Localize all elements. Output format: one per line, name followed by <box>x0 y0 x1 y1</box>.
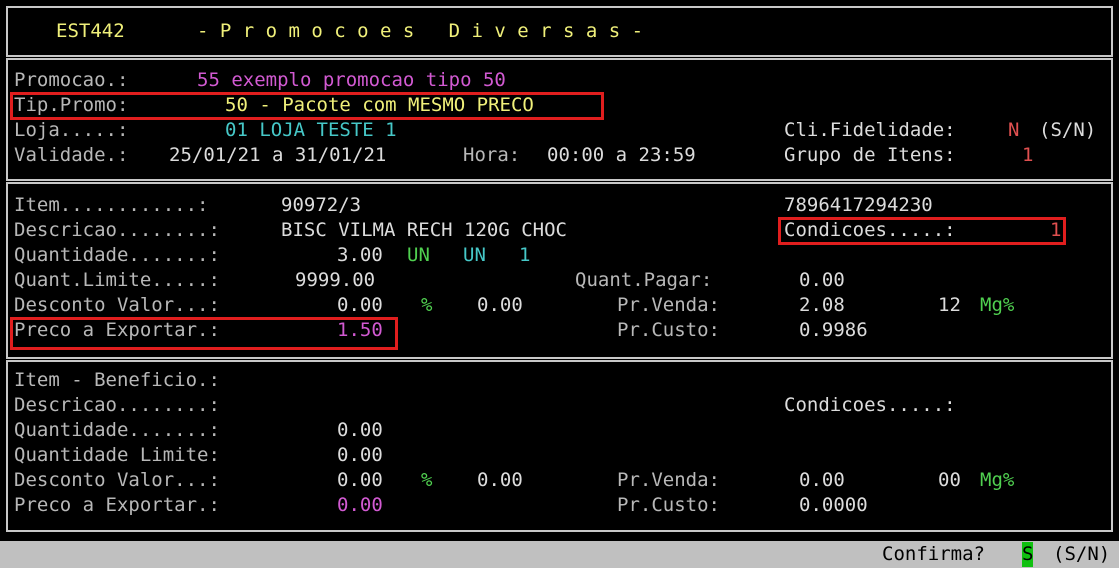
quant-pagar-field[interactable]: 0.00 <box>799 268 845 293</box>
hora-field[interactable]: 00:00 a 23:59 <box>547 143 696 168</box>
pr-custo-label: Pr.Custo: <box>617 319 720 341</box>
margem-label: Mg% <box>980 294 1015 316</box>
quantidade-field[interactable]: 3.00 <box>337 243 383 268</box>
item-field[interactable]: 90972/3 <box>281 193 361 218</box>
validade-label: Validade.: <box>14 144 129 166</box>
pr-custo-field[interactable]: 0.9986 <box>799 318 868 343</box>
desconto-valor-field[interactable]: 0.00 <box>337 293 383 318</box>
desconto-percent-symbol: % <box>421 294 433 316</box>
quantidade-unit-1: UN <box>407 244 430 266</box>
grupo-field[interactable]: 1 <box>1022 143 1033 168</box>
preco-exportar-highlight <box>10 317 398 350</box>
confirm-label: Confirma? <box>882 543 985 565</box>
beneficio-desconto-field[interactable]: 0.00 <box>337 468 383 493</box>
beneficio-margem-label: Mg% <box>980 469 1015 491</box>
beneficio-quantidade-field[interactable]: 0.00 <box>337 418 383 443</box>
margem-value: 12 <box>938 294 961 316</box>
quantidade-label: Quantidade.......: <box>14 244 220 266</box>
pr-venda-field[interactable]: 2.08 <box>799 293 845 318</box>
grupo-label: Grupo de Itens: <box>784 144 956 166</box>
quant-limite-label: Quant.Limite.....: <box>14 269 220 291</box>
screen-code: EST442 <box>56 20 125 42</box>
beneficio-pr-custo-label: Pr.Custo: <box>617 494 720 516</box>
beneficio-percent-symbol: % <box>421 469 433 491</box>
beneficio-margem-value: 00 <box>938 469 961 491</box>
beneficio-quant-limite-field[interactable]: 0.00 <box>337 443 383 468</box>
loja-field[interactable]: 01 LOJA TESTE 1 <box>225 118 397 143</box>
desconto-valor-label: Desconto Valor...: <box>14 294 220 316</box>
beneficio-item-label: Item - Beneficio.: <box>14 369 220 391</box>
condicoes-highlight <box>778 217 1066 245</box>
quant-limite-field[interactable]: 9999.00 <box>295 268 375 293</box>
beneficio-descricao-label: Descricao........: <box>14 394 220 416</box>
beneficio-condicoes-label: Condicoes.....: <box>784 394 956 416</box>
descricao-label: Descricao........: <box>14 219 220 241</box>
status-bar: Confirma? S (S/N) <box>0 541 1119 568</box>
beneficio-preco-field[interactable]: 0.00 <box>337 493 383 518</box>
confirm-options: (S/N) <box>1053 543 1111 565</box>
descricao-field[interactable]: BISC VILMA RECH 120G CHOC <box>281 218 567 243</box>
beneficio-pr-venda-field[interactable]: 0.00 <box>799 468 845 493</box>
quantidade-unit-3: 1 <box>519 244 531 266</box>
hora-label: Hora: <box>463 144 521 166</box>
loja-label: Loja.....: <box>14 119 129 141</box>
ean-value: 7896417294230 <box>784 194 933 216</box>
fidelidade-options: (S/N) <box>1039 119 1097 141</box>
validade-field[interactable]: 25/01/21 a 31/01/21 <box>169 143 386 168</box>
pr-venda-label: Pr.Venda: <box>617 294 720 316</box>
confirm-input[interactable]: S <box>1022 542 1034 567</box>
fidelidade-label: Cli.Fidelidade: <box>784 119 956 141</box>
quantidade-unit-2: UN <box>463 244 486 266</box>
promocao-label: Promocao.: <box>14 69 129 91</box>
quant-pagar-label: Quant.Pagar: <box>575 269 713 291</box>
item-label: Item............: <box>14 194 209 216</box>
tip-promo-highlight <box>10 92 604 120</box>
beneficio-desconto-label: Desconto Valor...: <box>14 469 220 491</box>
screen-title: - P r o m o c o e s D i v e r s a s - <box>197 20 644 42</box>
desconto-percent-field[interactable]: 0.00 <box>477 293 523 318</box>
beneficio-quant-limite-label: Quantidade Limite: <box>14 444 220 466</box>
beneficio-preco-label: Preco a Exportar.: <box>14 494 220 516</box>
promocao-field[interactable]: 55 exemplo promocao tipo 50 <box>197 68 506 93</box>
beneficio-pr-venda-label: Pr.Venda: <box>617 469 720 491</box>
fidelidade-field[interactable]: N <box>1008 118 1019 143</box>
beneficio-quantidade-label: Quantidade.......: <box>14 419 220 441</box>
beneficio-pr-custo-field[interactable]: 0.0000 <box>799 493 868 518</box>
beneficio-percent-field[interactable]: 0.00 <box>477 468 523 493</box>
